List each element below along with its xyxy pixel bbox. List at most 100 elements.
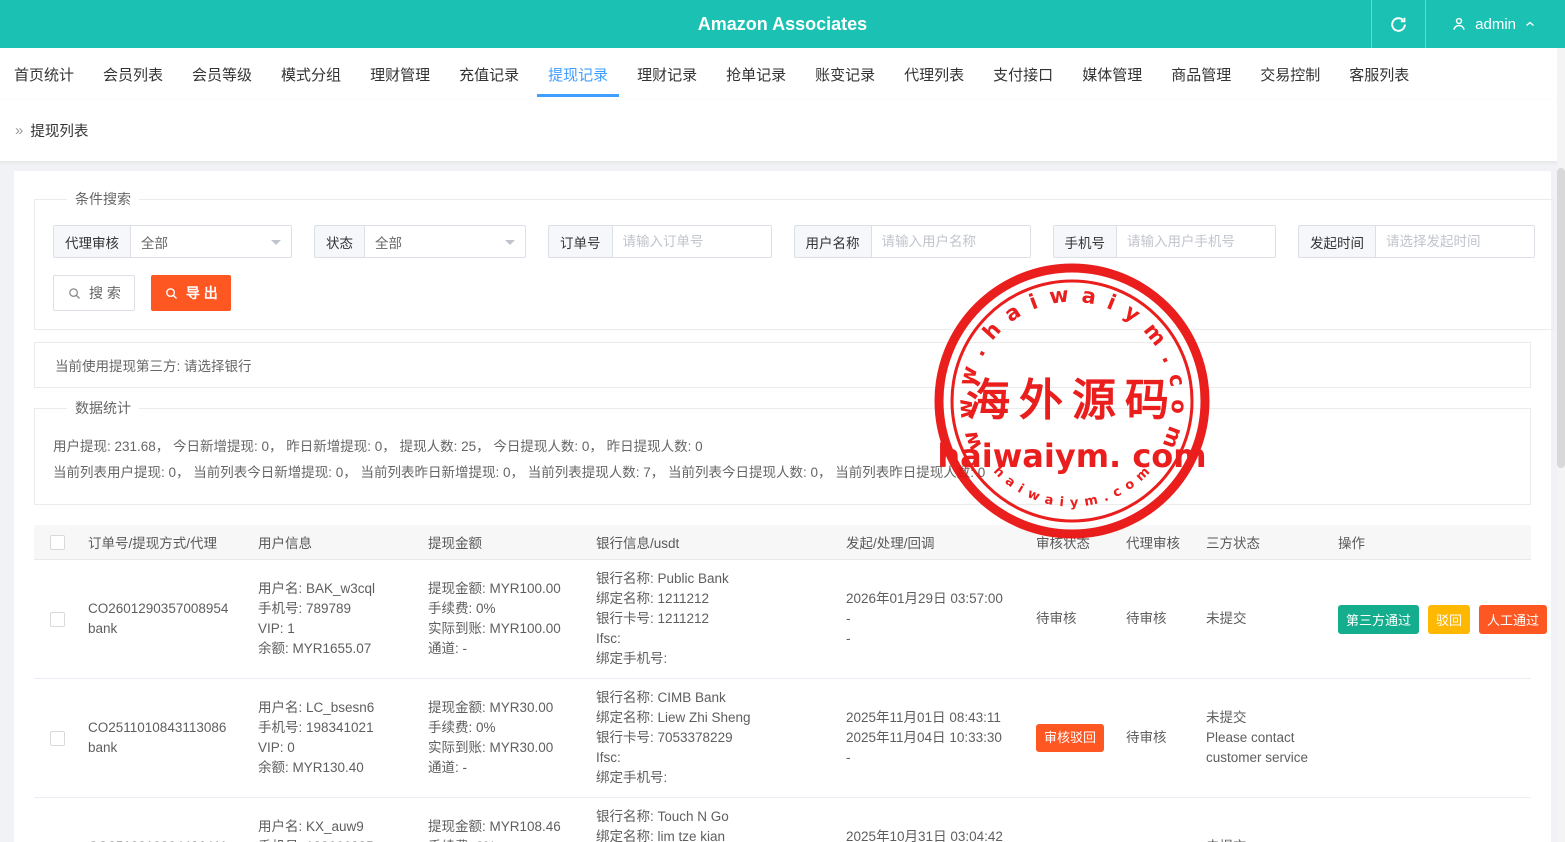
filter-label: 订单号 — [548, 225, 612, 258]
row-checkbox[interactable] — [50, 612, 65, 627]
search-icon — [67, 286, 82, 301]
filter-label: 状态 — [314, 225, 364, 258]
order-cell: CO2601290357008954bank — [78, 597, 248, 641]
third-party-notice: 当前使用提现第三方: 请选择银行 — [34, 342, 1531, 388]
row-checkbox[interactable] — [50, 731, 65, 746]
chevron-up-icon — [1523, 17, 1537, 31]
nav-tab-recharge-records[interactable]: 充值记录 — [459, 48, 519, 100]
filter-status: 状态全部 — [314, 225, 526, 258]
actions-cell: 第三方通过驳回人工通过 — [1328, 603, 1557, 636]
nav-tab-media-manage[interactable]: 媒体管理 — [1082, 48, 1142, 100]
table-body: CO2601290357008954bank用户名: BAK_w3cql手机号:… — [34, 560, 1531, 842]
column-header-8: 操作 — [1328, 532, 1531, 552]
agent-audit-select[interactable]: 全部 — [130, 225, 292, 258]
refresh-icon — [1389, 15, 1408, 34]
stats-line-2: 当前列表用户提现: 0， 当前列表今日新增提现: 0， 当前列表昨日新增提现: … — [53, 460, 1512, 486]
nav-tab-mode-group[interactable]: 模式分组 — [281, 48, 341, 100]
filter-label: 手机号 — [1053, 225, 1117, 258]
time-cell: 2025年11月01日 08:43:112025年11月04日 10:33:30… — [836, 706, 1026, 770]
reject-button[interactable]: 驳回 — [1428, 605, 1470, 634]
select-all-checkbox[interactable] — [50, 535, 65, 550]
caret-down-icon — [505, 240, 515, 250]
manual-pass-button[interactable]: 人工通过 — [1479, 605, 1547, 634]
user-menu[interactable]: admin — [1426, 15, 1565, 33]
actions-cell — [1328, 736, 1531, 740]
third-party-status-cell: 未提交Contact CS — [1196, 835, 1328, 842]
nav-tab-balance-change-records[interactable]: 账变记录 — [815, 48, 875, 100]
nav-tab-product-manage[interactable]: 商品管理 — [1171, 48, 1231, 100]
amount-cell: 提现金额: MYR100.00手续费: 0%实际到账: MYR100.00通道:… — [418, 577, 586, 661]
column-header-2: 提现金额 — [418, 532, 586, 552]
stats-line-1: 用户提现: 231.68， 今日新增提现: 0， 昨日新增提现: 0， 提现人数… — [53, 434, 1512, 460]
filter-agent-audit: 代理审核全部 — [53, 225, 292, 258]
export-button-label: 导 出 — [186, 283, 218, 303]
audit-status-cell: 待审核 — [1026, 607, 1116, 631]
nav-tab-home-stats[interactable]: 首页统计 — [14, 48, 74, 100]
filter-label: 发起时间 — [1298, 225, 1375, 258]
nav-tab-finance-records[interactable]: 理财记录 — [637, 48, 697, 100]
nav-tab-member-level[interactable]: 会员等级 — [192, 48, 252, 100]
table-header: 订单号/提现方式/代理用户信息提现金额银行信息/usdt发起/处理/回调审核状态… — [34, 525, 1531, 560]
third-party-status-cell: 未提交Please contactcustomer service — [1196, 706, 1328, 770]
breadcrumb-arrow-icon: » — [15, 122, 23, 139]
audit-status-text: 待审核 — [1036, 611, 1077, 626]
amount-cell: 提现金额: MYR108.46手续费: 0%实际到账: MYR108.46通道:… — [418, 815, 586, 842]
column-header-1: 用户信息 — [248, 532, 418, 552]
row-checkbox-cell — [34, 726, 78, 750]
refresh-button[interactable] — [1371, 0, 1426, 48]
nav-tab-payment-api[interactable]: 支付接口 — [993, 48, 1053, 100]
page-title: 提现列表 — [30, 120, 88, 141]
status-select[interactable]: 全部 — [364, 225, 526, 258]
filter-row: 代理审核全部状态全部订单号用户名称手机号发起时间 — [53, 225, 1535, 258]
search-icon — [164, 286, 179, 301]
withdraw-table: 订单号/提现方式/代理用户信息提现金额银行信息/usdt发起/处理/回调审核状态… — [34, 525, 1531, 842]
scrollbar-thumb[interactable] — [1557, 168, 1565, 468]
time-cell: 2025年10月31日 03:04:422025年10月31日 04:06:41… — [836, 825, 1026, 842]
column-header-7: 三方状态 — [1196, 532, 1328, 552]
nav-tab-finance-manage[interactable]: 理财管理 — [370, 48, 430, 100]
main-content: 条件搜索 代理审核全部状态全部订单号用户名称手机号发起时间 搜 索 导 出 当前… — [0, 162, 1565, 842]
filter-phone: 手机号 — [1053, 225, 1277, 258]
audit-status-cell: 审核驳回 — [1026, 722, 1116, 754]
nav-tab-member-list[interactable]: 会员列表 — [103, 48, 163, 100]
search-button[interactable]: 搜 索 — [53, 275, 135, 311]
order-no-input[interactable] — [612, 225, 772, 258]
button-row: 搜 索 导 出 — [53, 275, 1535, 311]
selected-value: 全部 — [375, 232, 402, 252]
nav-tab-grab-order-records[interactable]: 抢单记录 — [726, 48, 786, 100]
bank-info-cell: 银行名称: Touch N Go绑定名称: lim tze kian银行卡号: … — [586, 805, 836, 842]
column-header-5: 审核状态 — [1026, 532, 1116, 552]
agent-audit-text: 待审核 — [1126, 611, 1167, 626]
third-party-status-cell: 未提交 — [1196, 607, 1328, 631]
amount-cell: 提现金额: MYR30.00手续费: 0%实际到账: MYR30.00通道: - — [418, 696, 586, 780]
withdraw-list-card: 条件搜索 代理审核全部状态全部订单号用户名称手机号发起时间 搜 索 导 出 当前… — [14, 171, 1551, 842]
username-input[interactable] — [871, 225, 1031, 258]
nav-tab-withdraw-records[interactable]: 提现记录 — [548, 48, 608, 100]
row-checkbox-cell — [34, 607, 78, 631]
column-header-3: 银行信息/usdt — [586, 532, 836, 552]
nav-tab-trade-control[interactable]: 交易控制 — [1260, 48, 1320, 100]
export-button[interactable]: 导 出 — [151, 275, 231, 311]
nav-tab-cs-list[interactable]: 客服列表 — [1349, 48, 1409, 100]
table-row: CO2601290357008954bank用户名: BAK_w3cql手机号:… — [34, 560, 1531, 679]
selected-value: 全部 — [141, 232, 168, 252]
person-icon — [1450, 15, 1468, 33]
phone-input[interactable] — [1116, 225, 1276, 258]
agent-audit-cell: 待审核 — [1116, 607, 1196, 631]
table-row: CO2511010843113086bank用户名: LC_bsesn6手机号:… — [34, 679, 1531, 798]
filter-start-time: 发起时间 — [1298, 225, 1535, 258]
nav-tab-agent-list[interactable]: 代理列表 — [904, 48, 964, 100]
bank-info-cell: 银行名称: Public Bank绑定名称: 1211212银行卡号: 1211… — [586, 567, 836, 671]
third-party-pass-button[interactable]: 第三方通过 — [1338, 605, 1419, 634]
agent-audit-text: 待审核 — [1126, 730, 1167, 745]
order-cell: CO2511010843113086bank — [78, 716, 248, 760]
filter-label: 用户名称 — [794, 225, 871, 258]
user-info-cell: 用户名: LC_bsesn6手机号: 198341021VIP: 0余额: MY… — [248, 696, 418, 780]
column-header-4: 发起/处理/回调 — [836, 532, 1026, 552]
audit-status-badge: 审核驳回 — [1036, 724, 1104, 752]
search-button-label: 搜 索 — [89, 283, 121, 303]
stats-fieldset: 数据统计 用户提现: 231.68， 今日新增提现: 0， 昨日新增提现: 0，… — [34, 398, 1531, 505]
scrollbar-track[interactable] — [1557, 48, 1565, 842]
column-header-0: 订单号/提现方式/代理 — [78, 532, 248, 552]
start-time-input[interactable] — [1375, 225, 1535, 258]
